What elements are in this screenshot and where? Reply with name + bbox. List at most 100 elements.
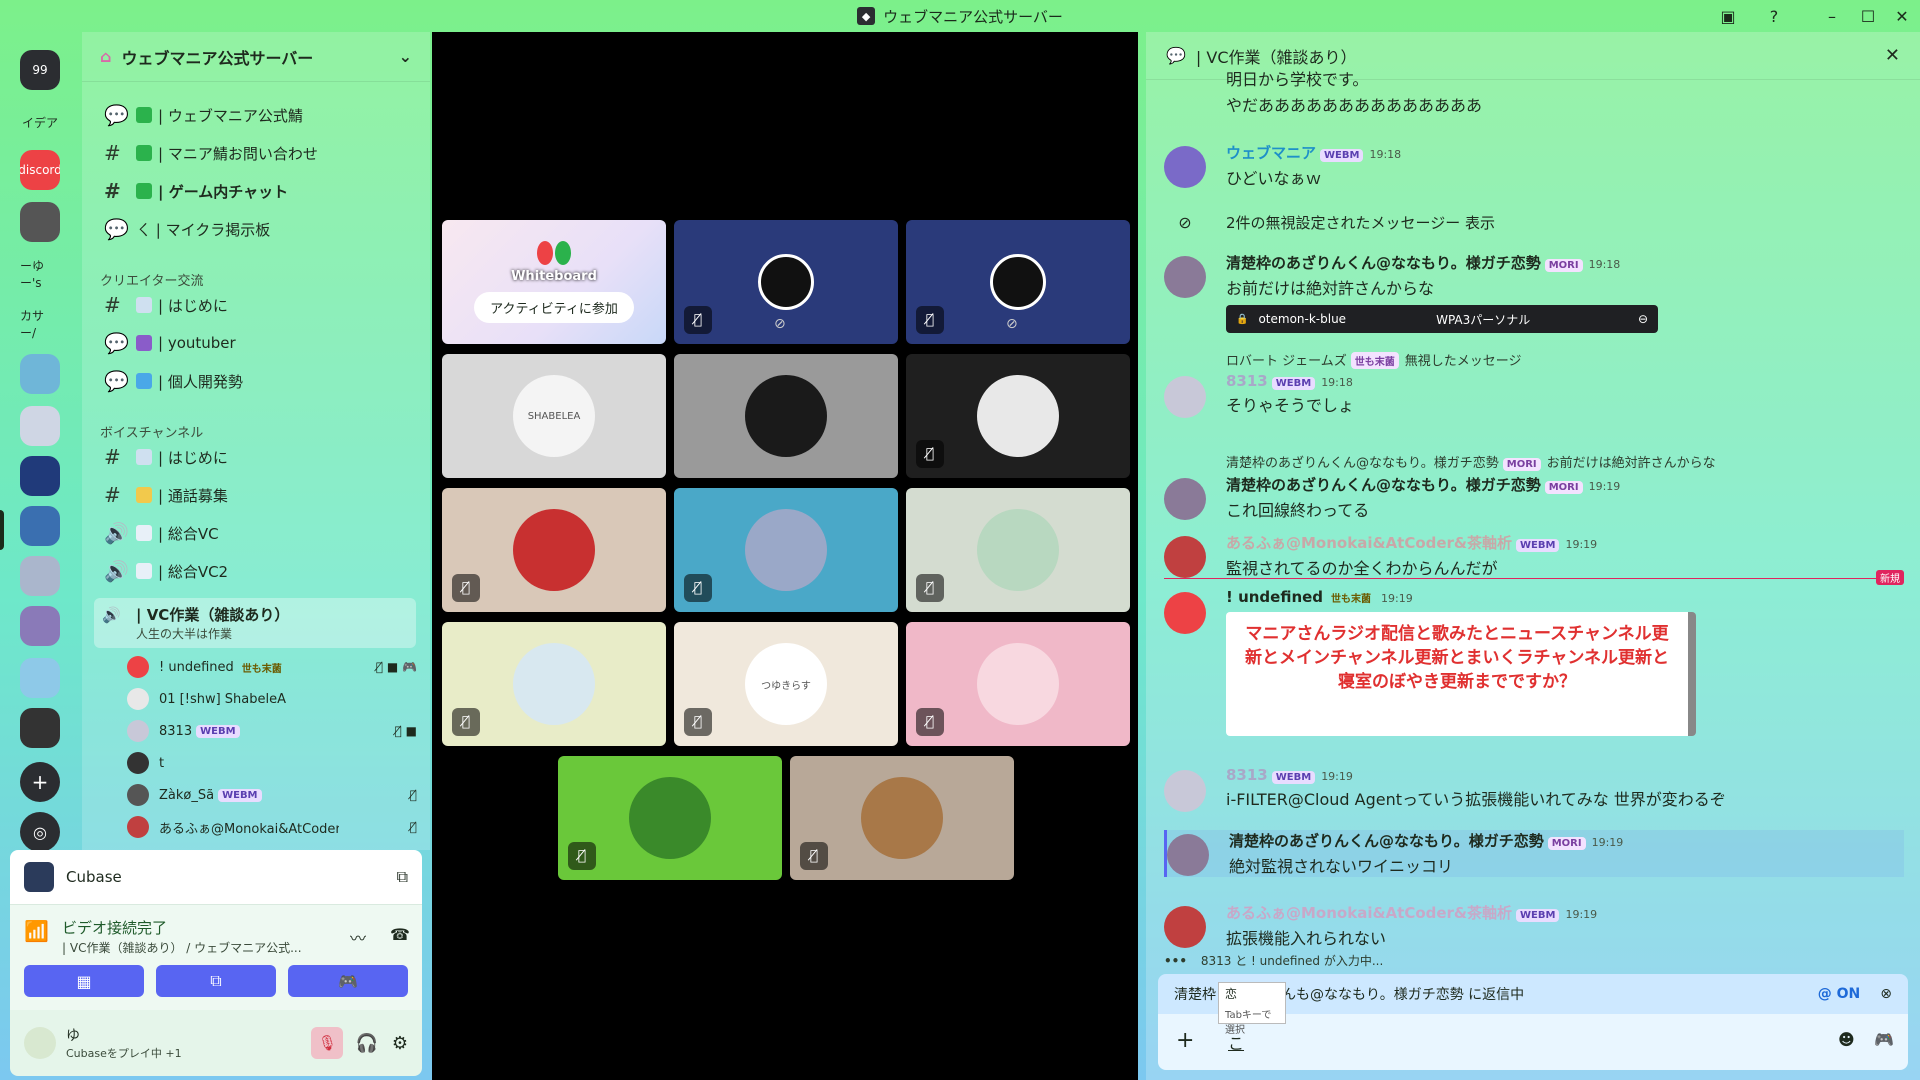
close-icon[interactable]: ✕ <box>1885 45 1900 66</box>
channel-item[interactable]: # | はじめに <box>94 440 416 474</box>
mention-toggle[interactable]: @ ON <box>1818 986 1861 1002</box>
server-icon[interactable] <box>20 456 60 496</box>
participant-tile[interactable]: SHABELEA <box>442 354 666 478</box>
voice-user[interactable]: あるふぁ@Monokai&AtCoder&茶軸... 🎙̸ <box>127 812 417 842</box>
server-icon[interactable] <box>20 556 60 596</box>
channel-item[interactable]: 💬 | ウェブマニア公式鯖 <box>94 98 416 132</box>
gear-icon[interactable]: ⚙ <box>392 1033 408 1054</box>
server-icon[interactable] <box>20 406 60 446</box>
avatar[interactable] <box>24 1027 56 1059</box>
avatar[interactable] <box>1164 536 1206 578</box>
message[interactable]: 清楚枠のあざりんくん@ななもり。様ガチ恋勢 MORI 19:19 絶対監視されないワイ… <box>1164 830 1904 877</box>
participant-tile[interactable]: 🎙̸ <box>674 488 898 612</box>
participant-tile[interactable]: つゆきらす 🎙̸ <box>674 622 898 746</box>
channel-item[interactable]: 💬 ㄑ | マイクラ掲示板 <box>94 212 416 246</box>
message-author[interactable]: 清楚枠のあざりんくん@ななもり。様ガチ恋勢 <box>1229 832 1544 850</box>
message[interactable]: あるふぁ@Monokai&AtCoder&茶軸析 WEBM 19:19 拡張機能入れら… <box>1164 902 1904 949</box>
category-voice[interactable]: ボイスチャンネル <box>100 422 203 441</box>
reply-preview[interactable]: 清楚枠のあざりんくん@ななもり。様ガチ恋勢 MORI お前だけは絶対許さんからな <box>1226 452 1904 471</box>
message[interactable]: ! undefined 世も末菌 19:19 マニアさんラジオ配信と歌みたとニュースチ… <box>1164 588 1904 736</box>
camera-off-button[interactable]: ▦ <box>24 965 144 997</box>
avatar[interactable] <box>1164 146 1206 188</box>
maximize-button[interactable]: ☐ <box>1854 4 1882 28</box>
participant-tile[interactable]: 🎙̸ <box>442 622 666 746</box>
channel-item[interactable]: # | 通話募集 <box>94 478 416 512</box>
add-server-icon[interactable]: + <box>20 762 60 802</box>
channel-item[interactable]: # | ゲーム内チャット <box>94 174 416 208</box>
participant-tile[interactable]: 🎙̸ <box>442 488 666 612</box>
active-voice-channel[interactable]: | VC作業（雑談あり） 人生の大半は作業 🔊 <box>94 598 416 648</box>
message-author[interactable]: あるふぁ@Monokai&AtCoder&茶軸析 <box>1226 534 1512 552</box>
signal-icon[interactable]: 📶 <box>24 919 49 943</box>
server-icon[interactable] <box>20 606 60 646</box>
channel-item[interactable]: 💬 | youtuber <box>94 326 416 360</box>
message-author[interactable]: 8313 <box>1226 766 1268 784</box>
participant-tile[interactable]: 🎙̸ <box>906 354 1130 478</box>
message-author[interactable]: 清楚枠のあざりんくん@ななもり。様ガチ恋勢 <box>1226 476 1541 494</box>
add-attachment-icon[interactable]: + <box>1176 1028 1194 1053</box>
channel-item[interactable]: 💬 | 個人開発勢 <box>94 364 416 398</box>
explore-icon[interactable]: ◎ <box>20 812 60 852</box>
participant-tile[interactable]: 🎙̸ <box>558 756 782 880</box>
participant-tile[interactable]: 🎙̸ <box>906 488 1130 612</box>
avatar[interactable] <box>1167 834 1209 876</box>
server-icon[interactable] <box>20 708 60 748</box>
emoji-icon[interactable]: ☻ <box>1838 1030 1855 1049</box>
mic-muted-icon[interactable]: 🎙 <box>311 1027 344 1059</box>
message-author[interactable]: ! undefined <box>1226 588 1323 606</box>
voice-user[interactable]: Zàkø_Sã WEBM 🎙̸ <box>127 780 417 810</box>
voice-user[interactable]: 8313 WEBM 🎙̸ ■ <box>127 716 417 746</box>
help-icon[interactable]: ? <box>1760 4 1788 28</box>
channel-item[interactable]: # | マニア鯖お問い合わせ <box>94 136 416 170</box>
message-author[interactable]: 清楚枠のあざりんくん@ななもり。様ガチ恋勢 <box>1226 254 1541 272</box>
inbox-icon[interactable]: ▣ <box>1714 4 1742 28</box>
message[interactable]: 清楚枠のあざりんくん@ななもり。様ガチ恋勢 MORI お前だけは絶対許さんからな 清楚… <box>1164 452 1904 521</box>
channel-item[interactable]: # | はじめに <box>94 288 416 322</box>
message-author[interactable]: あるふぁ@Monokai&AtCoder&茶軸析 <box>1226 904 1512 922</box>
server-icon[interactable]: discord <box>20 150 60 190</box>
voice-status[interactable]: ビデオ接続完了 <box>62 917 167 938</box>
avatar[interactable] <box>1164 376 1206 418</box>
message[interactable]: ロバート ジェームズ 世も末菌 無視したメッセージ 8313 WEBM 19:18 そりゃそ… <box>1164 350 1904 418</box>
participant-tile[interactable]: 🎙̸ <box>906 622 1130 746</box>
screen-share-button[interactable]: ⧉ <box>156 965 276 997</box>
message[interactable]: 清楚枠のあざりんくん@ななもり。様ガチ恋勢 MORI 19:18 お前だけは絶対許さん… <box>1164 252 1904 333</box>
server-icon[interactable] <box>20 202 60 242</box>
server-icon[interactable]: 99 <box>20 50 60 90</box>
avatar[interactable] <box>1164 256 1206 298</box>
message-author[interactable]: ウェブマニア <box>1226 144 1316 162</box>
avatar[interactable] <box>1164 592 1206 634</box>
voice-user[interactable]: t <box>127 748 417 778</box>
server-icon[interactable]: ーゆー's <box>20 254 60 294</box>
activities-icon[interactable]: 🎮 <box>1874 1030 1894 1049</box>
participant-tile[interactable]: 🎙̸ <box>790 756 1014 880</box>
server-icon[interactable] <box>20 354 60 394</box>
noise-suppression-icon[interactable]: 〰 <box>350 925 366 949</box>
join-activity-button[interactable]: アクティビティに参加 <box>474 292 634 323</box>
blocked-messages[interactable]: ⊘ 2件の無視設定されたメッセージー 表示 <box>1164 212 1904 233</box>
message-continuation[interactable]: 明日から学校です。 やだああああああああああああああ <box>1164 64 1904 116</box>
message[interactable]: あるふぁ@Monokai&AtCoder&茶軸析 WEBM 19:19 監視されてるの… <box>1164 532 1904 579</box>
server-icon[interactable] <box>20 658 60 698</box>
stream-tile[interactable]: ⊘ 🎙̸ <box>906 220 1130 344</box>
ime-candidate[interactable]: 恋 <box>1225 985 1279 1002</box>
avatar[interactable] <box>1164 906 1206 948</box>
category-creator[interactable]: クリエイター交流 <box>100 270 203 289</box>
channel-item[interactable]: 🔊 | 総合VC <box>94 516 416 550</box>
message-author[interactable]: 8313 <box>1226 372 1268 390</box>
server-icon[interactable]: カサー/ <box>20 304 60 344</box>
disconnect-icon[interactable]: ☎ <box>390 925 410 944</box>
voice-user[interactable]: 01 [!shw] ShabeleA <box>127 684 417 714</box>
whiteboard-tile[interactable]: Whiteboard アクティビティに参加 <box>442 220 666 344</box>
participant-tile[interactable] <box>674 354 898 478</box>
server-icon[interactable]: イデア <box>20 102 60 142</box>
activity-button[interactable]: 🎮 <box>288 965 408 997</box>
voice-location[interactable]: | VC作業（雑談あり） / ウェブマニア公式... <box>62 939 342 956</box>
headphones-icon[interactable]: 🎧 <box>355 1033 377 1054</box>
channel-item[interactable]: 🔊 | 総合VC2 <box>94 554 416 588</box>
server-icon[interactable] <box>20 506 60 546</box>
minimize-button[interactable]: – <box>1818 4 1846 28</box>
cancel-reply-icon[interactable]: ⊗ <box>1880 986 1892 1002</box>
screen-share-icon[interactable]: ⧉ <box>397 867 408 887</box>
avatar[interactable] <box>1164 478 1206 520</box>
